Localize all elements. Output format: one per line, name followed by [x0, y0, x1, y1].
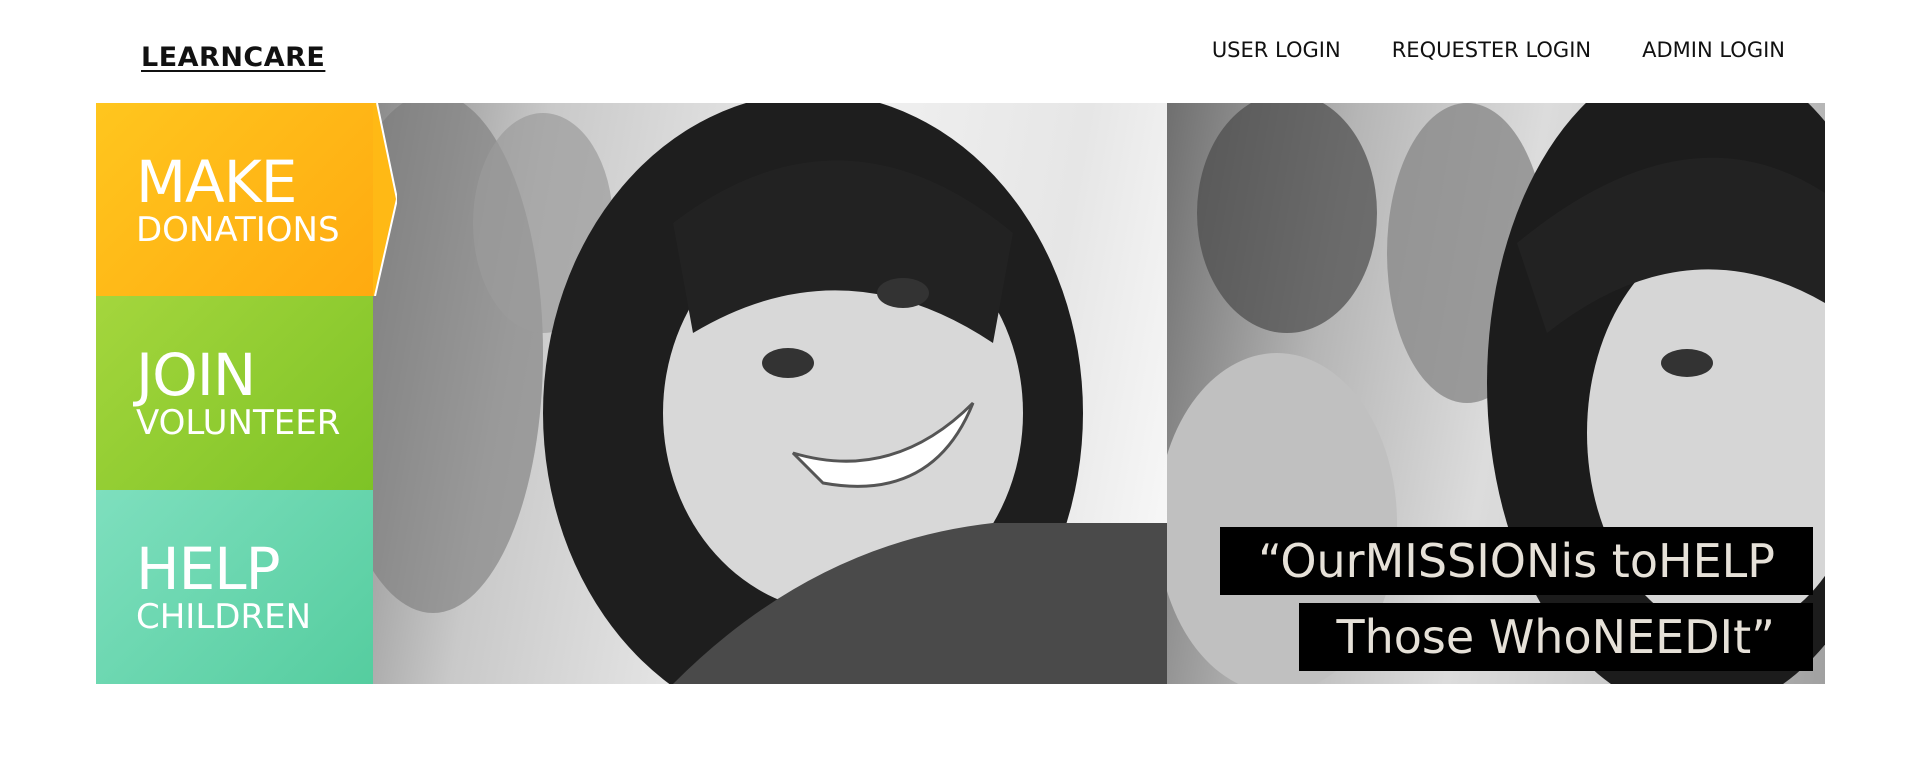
top-nav: USER LOGIN REQUESTER LOGIN ADMIN LOGIN — [1212, 38, 1785, 62]
mission-quote-line-1: “OurMISSIONis toHELP — [1220, 527, 1813, 595]
panel-subtitle: CHILDREN — [136, 597, 311, 637]
user-login-link[interactable]: USER LOGIN — [1212, 38, 1341, 62]
mission-quote-line-2: Those WhoNEEDIt” — [1298, 603, 1813, 671]
panel-title: MAKE — [136, 147, 297, 216]
children-group-illustration — [1167, 103, 1825, 684]
panel-subtitle: DONATIONS — [136, 209, 340, 250]
panel-title: JOIN — [136, 341, 256, 409]
panel-title: HELP — [136, 535, 281, 603]
panel-arrow-shape — [373, 103, 397, 296]
site-logo[interactable]: LEARNCARE — [141, 42, 325, 73]
panel-subtitle: VOLUNTEER — [136, 403, 341, 443]
help-children-panel[interactable]: HELP CHILDREN — [96, 490, 373, 684]
requester-login-link[interactable]: REQUESTER LOGIN — [1392, 38, 1591, 62]
hero-photo-children-group — [1167, 103, 1825, 684]
hero-banner: MAKE DONATIONS JOIN VOLUNTEER HELP CHILD… — [96, 103, 1825, 684]
hero-photo-smiling-child — [373, 103, 1167, 684]
admin-login-link[interactable]: ADMIN LOGIN — [1642, 38, 1785, 62]
join-volunteer-panel[interactable]: JOIN VOLUNTEER — [96, 296, 373, 490]
child-photo-illustration — [373, 103, 1167, 684]
make-donations-panel[interactable]: MAKE DONATIONS — [96, 103, 373, 296]
